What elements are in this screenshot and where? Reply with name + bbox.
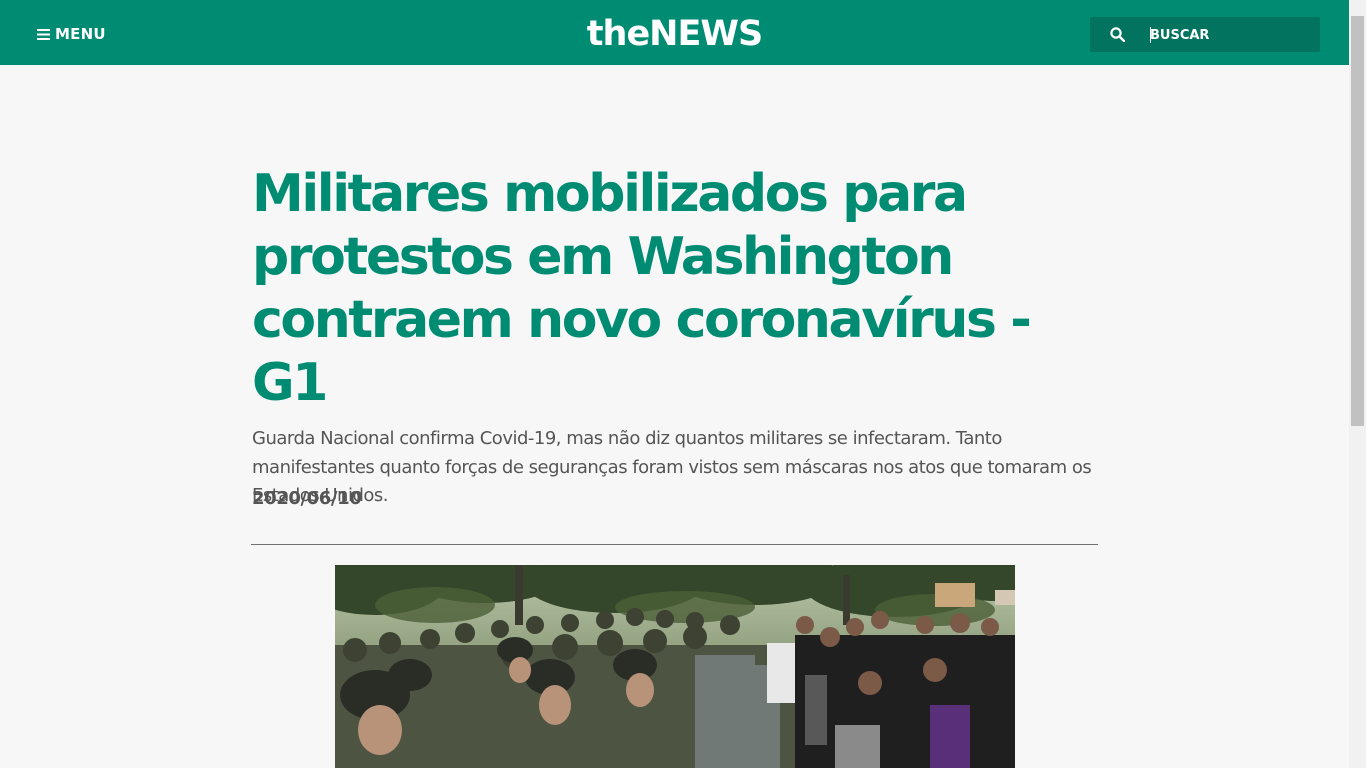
- page-scrollbar[interactable]: [1349, 0, 1366, 768]
- photo-soldiers-protest: [335, 565, 1015, 768]
- scrollbar-thumb[interactable]: [1351, 16, 1364, 426]
- search-box[interactable]: [1090, 17, 1320, 52]
- publish-date: 2020/06/10: [252, 488, 362, 509]
- search-icon[interactable]: [1110, 27, 1125, 42]
- article-summary: Guarda Nacional confirma Covid-19, mas n…: [252, 428, 1092, 506]
- article-header: Militares mobilizados para protestos em …: [252, 163, 1098, 511]
- top-navigation-bar: MENU theNEWS: [0, 0, 1349, 65]
- article-headline: Militares mobilizados para protestos em …: [252, 164, 1032, 413]
- search-input[interactable]: [1150, 25, 1300, 45]
- divider: [251, 544, 1098, 545]
- text-cursor: [1150, 27, 1151, 43]
- article-photo: [335, 565, 1015, 768]
